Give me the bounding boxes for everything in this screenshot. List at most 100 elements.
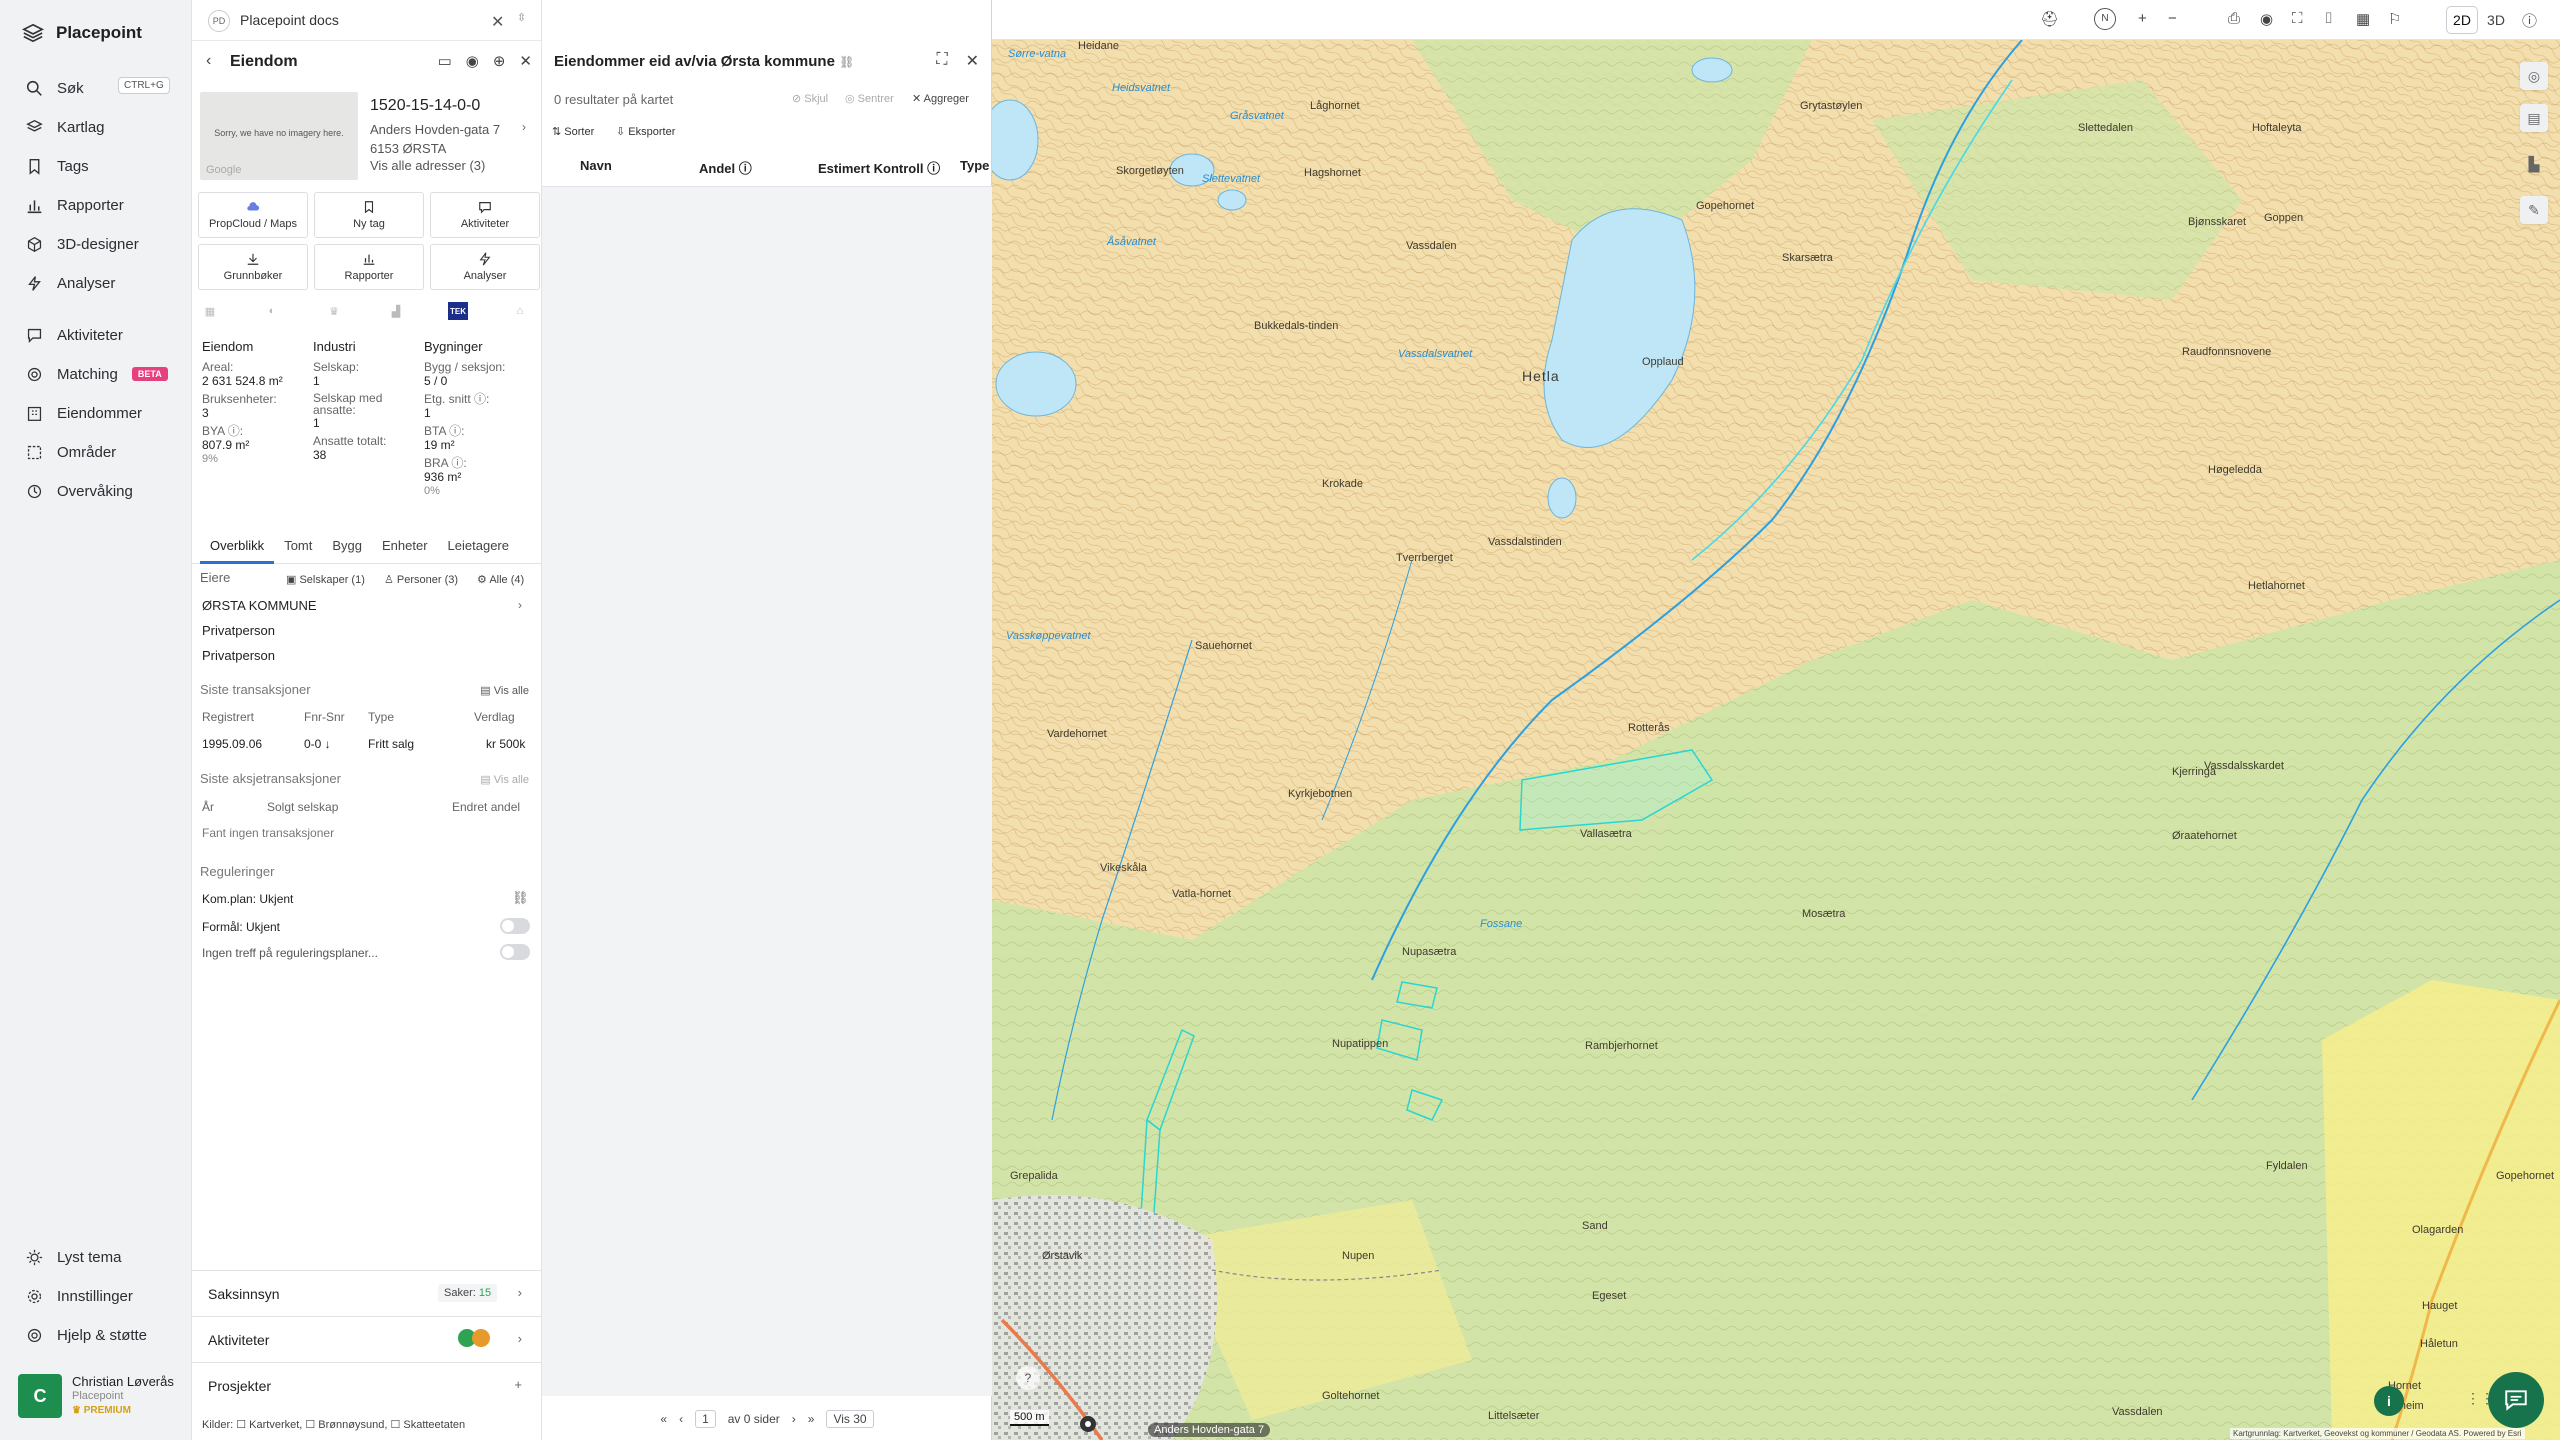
link-icon[interactable]: ⛓ — [512, 890, 529, 906]
nav-item-omrader[interactable]: Områder — [26, 440, 116, 464]
map-tool-chart[interactable]: ▙ — [2520, 150, 2548, 178]
per-page-select[interactable]: Vis 30 — [826, 1410, 874, 1428]
nav-item-analyser[interactable]: Analyser — [26, 271, 115, 295]
help-icon[interactable]: ? — [1016, 1366, 1040, 1390]
plans-toggle[interactable] — [500, 944, 530, 960]
nav-item-hjelp[interactable]: Hjelp & støtte — [26, 1323, 147, 1347]
sort-button[interactable]: ⇅ Sorter — [552, 125, 594, 138]
hide-button[interactable]: ⊘ Skjul — [792, 92, 828, 105]
crown-source-icon[interactable]: ♛ — [324, 302, 344, 320]
eye-icon[interactable]: ◉ — [2260, 10, 2273, 28]
share-tx-view-all[interactable]: ▤ Vis alle — [480, 773, 529, 786]
doc-selector[interactable]: PD Placepoint docs ✕ ⇳ — [192, 0, 542, 41]
fullscreen-icon[interactable]: ⛶ — [2292, 10, 2303, 27]
export-button[interactable]: ⇩ Eksporter — [616, 125, 675, 138]
reports-button[interactable]: Rapporter — [314, 244, 424, 290]
add-icon[interactable]: + — [514, 1377, 522, 1392]
id-card-icon[interactable]: ▭ — [438, 52, 452, 70]
prosjekter-section[interactable]: Prosjekter + — [192, 1362, 542, 1408]
home-source-icon[interactable]: ⌂ — [510, 302, 530, 320]
tab-leietagere[interactable]: Leietagere — [438, 536, 519, 564]
close-icon[interactable]: ✕ — [966, 51, 979, 71]
mode-2d-button[interactable]: 2D — [2447, 7, 2477, 33]
prev-page-icon[interactable]: ‹ — [679, 1412, 683, 1426]
saksinnsyn-section[interactable]: Saksinnsyn Saker: 15 › — [192, 1270, 542, 1316]
owner-row[interactable]: ØRSTA KOMMUNE — [202, 598, 317, 613]
chat-button[interactable] — [2488, 1372, 2544, 1428]
chevron-right-icon[interactable]: › — [518, 598, 522, 612]
tab-enheter[interactable]: Enheter — [372, 536, 438, 564]
user-profile[interactable]: C Christian Løverås Placepoint ♛ PREMIUM — [18, 1374, 174, 1418]
camera-icon[interactable]: ⌷ — [2324, 10, 2333, 27]
grunnboker-button[interactable]: Grunnbøker — [198, 244, 308, 290]
aktiviteter-section[interactable]: Aktiviteter › — [192, 1316, 542, 1362]
expand-doc-icon[interactable]: ⇳ — [517, 11, 526, 24]
col-name[interactable]: Navn — [580, 158, 612, 173]
nav-item-lyst-tema[interactable]: Lyst tema — [26, 1245, 121, 1269]
filter-all[interactable]: ⚙ Alle (4) — [477, 573, 524, 586]
nav-item-matching[interactable]: Matching BETA — [26, 362, 168, 386]
nav-item-kartlag[interactable]: Kartlag — [26, 115, 105, 139]
nav-item-rapporter[interactable]: Rapporter — [26, 193, 124, 217]
tab-tomt[interactable]: Tomt — [274, 536, 322, 564]
tab-bygg[interactable]: Bygg — [322, 536, 372, 564]
col-type[interactable]: Type — [960, 158, 989, 173]
hat-icon[interactable]: ⛑ — [2040, 10, 2059, 28]
last-page-icon[interactable]: » — [808, 1412, 815, 1426]
map-tool-layers[interactable]: ▤ — [2520, 104, 2548, 132]
activities-button[interactable]: Aktiviteter — [430, 192, 540, 238]
street-view-image[interactable]: Sorry, we have no imagery here. Google — [200, 92, 358, 180]
zoom-out-icon[interactable]: − — [2168, 10, 2177, 27]
info-button[interactable]: i — [2374, 1386, 2404, 1416]
add-circle-icon[interactable]: ⊕ — [493, 52, 506, 70]
filter-persons[interactable]: ♙ Personer (3) — [384, 573, 458, 586]
tx-fnr[interactable]: 0-0 ↓ — [304, 737, 331, 751]
grid-icon[interactable]: ▦ — [2356, 10, 2370, 28]
nav-item-tags[interactable]: Tags — [26, 154, 89, 178]
next-page-icon[interactable]: › — [792, 1412, 796, 1426]
grid-source-icon[interactable]: ▦ — [200, 302, 220, 320]
globe-source-icon[interactable]: ◐ — [262, 302, 282, 320]
map-tool-measure[interactable]: ◎ — [2520, 62, 2548, 90]
filter-companies[interactable]: ▣ Selskaper (1) — [286, 573, 365, 586]
nav-item-eiendommer[interactable]: Eiendommer — [26, 401, 142, 425]
aggregate-button[interactable]: ✕ Aggreger — [912, 92, 969, 105]
tab-overblikk[interactable]: Overblikk — [200, 536, 275, 564]
formal-toggle[interactable] — [500, 918, 530, 934]
zoom-in-icon[interactable]: + — [2138, 10, 2147, 27]
analyses-button[interactable]: Analyser — [430, 244, 540, 290]
map-tool-draw[interactable]: ✎ — [2520, 196, 2548, 224]
first-page-icon[interactable]: « — [660, 1412, 667, 1426]
new-tag-button[interactable]: Ny tag — [314, 192, 424, 238]
chevron-right-icon[interactable]: › — [522, 120, 526, 134]
expand-icon[interactable]: ⛶ — [936, 51, 947, 71]
eye-icon[interactable]: ◉ — [466, 52, 479, 70]
steps-source-icon[interactable]: ▟ — [386, 302, 406, 320]
center-button[interactable]: ◎ Sentrer — [845, 92, 894, 105]
clear-doc-icon[interactable]: ✕ — [491, 12, 504, 32]
col-control[interactable]: Estimert Kontroll ⓘ — [818, 158, 940, 177]
nav-item-overvaking[interactable]: Overvåking — [26, 479, 133, 503]
topographic-map[interactable]: Heidane Sørre-vatna Heidsvatnet Gråsvatn… — [992, 40, 2560, 1440]
page-input[interactable]: 1 — [695, 1410, 716, 1428]
info-icon[interactable]: ⓘ — [2522, 10, 2537, 31]
mode-3d-button[interactable]: 3D — [2481, 7, 2511, 33]
all-addresses-link[interactable]: Vis alle adresser (3) — [370, 158, 485, 173]
print-icon[interactable]: ⎙ — [2228, 10, 2240, 27]
bookmark-icon[interactable]: ⚐ — [2388, 10, 2401, 28]
close-icon[interactable]: ✕ — [519, 52, 532, 70]
nav-item-3d-designer[interactable]: 3D-designer — [26, 232, 139, 256]
back-icon[interactable]: ‹ — [206, 52, 211, 70]
transactions-view-all[interactable]: ▤ Vis alle — [480, 684, 529, 697]
link-icon[interactable]: ⛓ — [839, 55, 854, 69]
col-share[interactable]: Andel ⓘ — [699, 158, 752, 177]
map-pin-label[interactable]: Anders Hovden-gata 7 — [1148, 1423, 1271, 1437]
property-address[interactable]: Anders Hovden-gata 7 6153 ØRSTA — [370, 120, 500, 158]
nav-item-aktiviteter[interactable]: Aktiviteter — [26, 323, 123, 347]
brand[interactable]: Placepoint — [22, 22, 142, 44]
compass-north-icon[interactable]: N — [2094, 8, 2116, 30]
nav-item-search[interactable]: Søk — [26, 76, 84, 100]
tek-source-icon[interactable]: TEK — [448, 302, 468, 320]
nav-item-innstillinger[interactable]: Innstillinger — [26, 1284, 133, 1308]
propcloud-button[interactable]: PropCloud / Maps — [198, 192, 308, 238]
